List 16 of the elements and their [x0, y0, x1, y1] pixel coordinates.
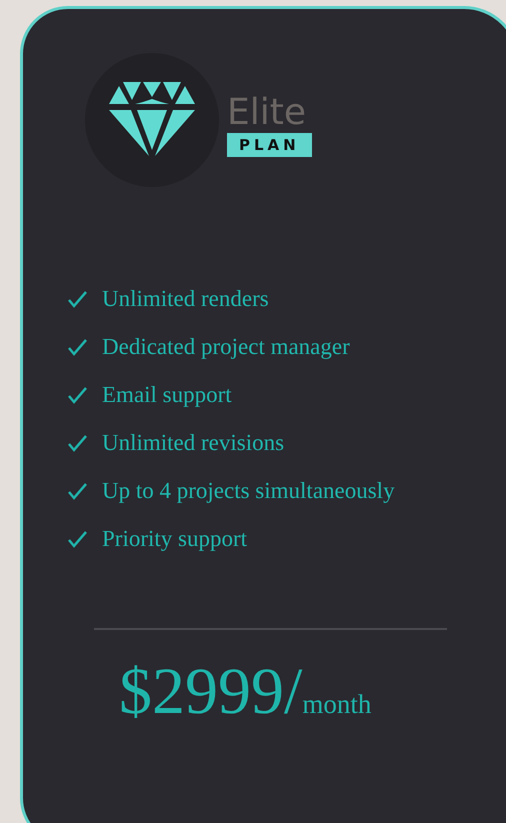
feature-text: Unlimited revisions: [102, 429, 284, 457]
plan-title: Elite: [227, 93, 306, 133]
price-amount: $2999/: [119, 654, 302, 730]
feature-text: Dedicated project manager: [102, 333, 350, 361]
feature-text: Priority support: [102, 525, 248, 553]
check-icon: [67, 434, 88, 452]
feature-text: Unlimited renders: [102, 285, 269, 313]
feature-text: Up to 4 projects simultaneously: [102, 477, 395, 505]
plan-badge: PLAN: [227, 133, 312, 157]
check-icon: [67, 482, 88, 500]
price-period: month: [302, 689, 372, 721]
check-icon: [67, 530, 88, 548]
check-icon: [67, 290, 88, 308]
check-icon: [67, 338, 88, 356]
check-icon: [67, 386, 88, 404]
feature-text: Email support: [102, 381, 232, 409]
